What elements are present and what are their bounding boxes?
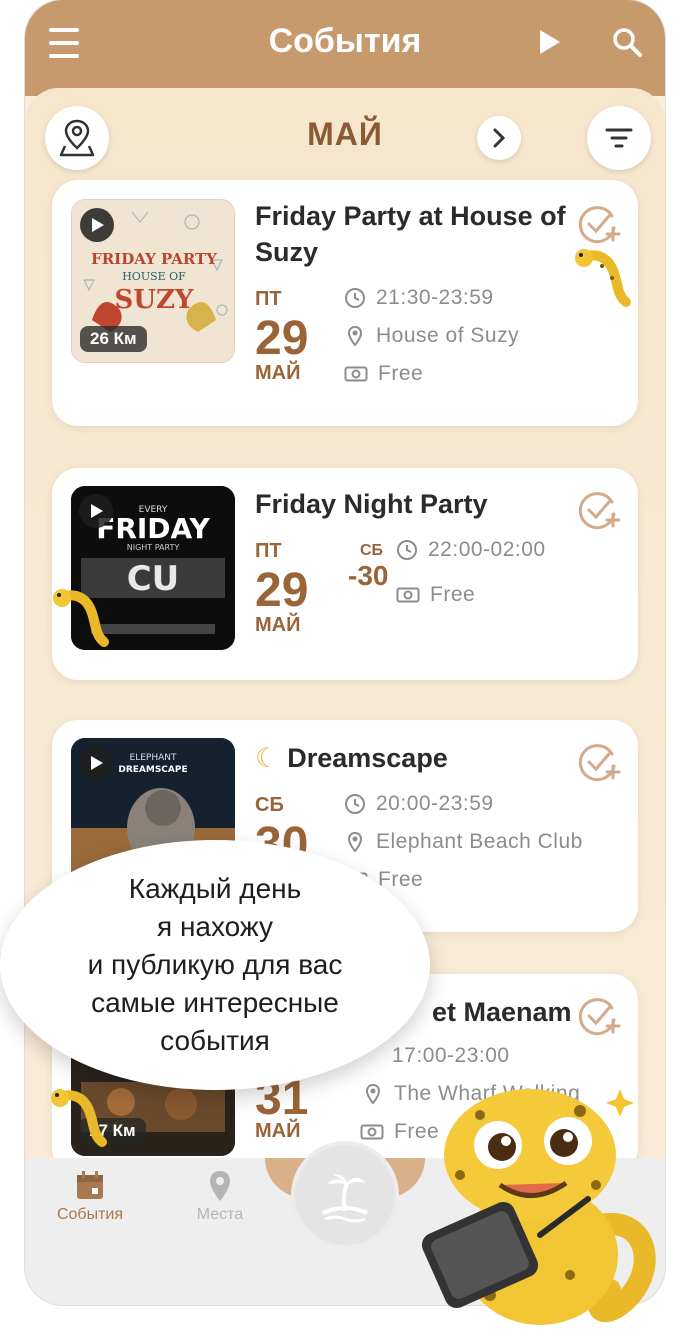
money-icon: [360, 1124, 384, 1140]
event-price-row: Free: [396, 583, 475, 607]
speech-bubble-text: Каждый день я нахожу и публикую для вас …: [30, 870, 400, 1060]
event-weekday: СБ: [255, 794, 284, 816]
chevron-right-icon: [493, 128, 506, 148]
event-card[interactable]: FRIDAY PARTY HOUSE OF SUZY 26 Км Friday …: [52, 180, 638, 426]
bubble-line: самые интересные: [91, 987, 339, 1018]
calendar-icon: [40, 1166, 140, 1206]
event-title: Friday Night Party: [255, 489, 488, 519]
gecko-sticker: [51, 1089, 107, 1147]
event-day: 29: [255, 564, 309, 617]
island-center-button[interactable]: [295, 1145, 395, 1245]
gecko-sticker: [53, 589, 109, 647]
svg-text:SUZY: SUZY: [115, 285, 194, 315]
check-add-icon: [578, 206, 621, 244]
event-place: Elephant Beach Club: [376, 830, 583, 853]
moon-icon: ☾: [255, 743, 280, 773]
distance-badge: 26 Км: [80, 326, 147, 352]
check-add-icon: [578, 492, 621, 530]
money-icon: [344, 366, 368, 382]
add-to-calendar-button[interactable]: [576, 994, 622, 1040]
location-pin-icon: [170, 1166, 270, 1206]
next-month-button[interactable]: [477, 116, 521, 160]
event-time: 21:30-23:59: [376, 286, 494, 309]
reels-icon: [79, 494, 113, 528]
bubble-line: я нахожу: [157, 911, 273, 942]
reels-icon: [79, 746, 113, 780]
bubble-line: и публикую для вас: [87, 949, 343, 980]
reels-icon: [80, 208, 114, 242]
svg-text:HOUSE OF: HOUSE OF: [122, 270, 186, 283]
event-title: et Maenam: [432, 997, 572, 1027]
event-poster: FRIDAY PARTY HOUSE OF SUZY 26 Км: [71, 199, 235, 363]
nav-tab-events[interactable]: События: [40, 1166, 140, 1224]
svg-text:FRIDAY: FRIDAY: [96, 512, 210, 545]
palm-island-icon: [322, 1174, 368, 1223]
event-time: 17:00-23:00: [392, 1044, 510, 1067]
filter-icon: [605, 128, 633, 148]
play-icon[interactable]: [535, 26, 565, 58]
event-time-row: 20:00-23:59: [344, 792, 494, 816]
event-price: Free: [378, 362, 424, 385]
event-month: МАЙ: [255, 362, 301, 384]
add-to-calendar-button[interactable]: [576, 740, 622, 786]
event-weekday: ПТ: [255, 540, 282, 562]
event-end-weekday: СБ: [360, 542, 384, 559]
clock-icon: [397, 540, 417, 560]
add-to-calendar-button[interactable]: [576, 488, 622, 534]
event-title-text: Dreamscape: [287, 743, 448, 773]
gecko-mascot: [421, 1089, 656, 1325]
check-add-icon: [578, 998, 621, 1036]
event-month: МАЙ: [255, 614, 301, 636]
event-day: 29: [255, 312, 309, 365]
clock-icon: [345, 288, 365, 308]
event-weekday: ПТ: [255, 288, 282, 310]
nav-tab-events-label: События: [56, 1206, 124, 1223]
svg-text:DREAMSCAPE: DREAMSCAPE: [118, 765, 187, 775]
top-app-bar: События: [25, 0, 665, 96]
event-month: МАЙ: [255, 1120, 301, 1142]
nav-tab-places[interactable]: Места: [170, 1166, 270, 1224]
gecko-sticker: [575, 249, 631, 307]
bubble-line: события: [160, 1025, 270, 1056]
add-to-calendar-button[interactable]: [576, 202, 622, 248]
clock-icon: [345, 794, 365, 814]
event-price-row: Free: [344, 362, 423, 386]
event-end-day: -30: [348, 560, 389, 591]
bubble-line: Каждый день: [128, 873, 302, 904]
event-time-row: 21:30-23:59: [344, 286, 494, 310]
location-pin-icon: [347, 831, 363, 853]
event-time-row: 22:00-02:00: [396, 538, 546, 562]
event-place-row: Elephant Beach Club: [344, 830, 583, 854]
event-time: 20:00-23:59: [376, 792, 494, 815]
svg-text:FRIDAY PARTY: FRIDAY PARTY: [91, 250, 217, 268]
event-title: Friday Party at House of Suzy: [255, 201, 566, 267]
svg-text:CU: CU: [127, 559, 180, 599]
location-pin-icon: [347, 325, 363, 347]
check-add-icon: [578, 744, 621, 782]
event-time: 22:00-02:00: [428, 538, 546, 561]
svg-text:NIGHT PARTY: NIGHT PARTY: [127, 543, 180, 552]
event-place: House of Suzy: [376, 324, 520, 347]
event-time-row: 17:00-23:00: [392, 1044, 510, 1068]
money-icon: [396, 587, 420, 603]
svg-text:ELEPHANT: ELEPHANT: [130, 753, 177, 763]
event-place-row: House of Suzy: [344, 324, 519, 348]
search-icon[interactable]: [609, 24, 645, 60]
month-label: МАЙ: [307, 116, 383, 152]
page-title: События: [268, 22, 422, 60]
nav-tab-places-label: Места: [196, 1206, 244, 1223]
event-title: ☾ Dreamscape: [255, 740, 448, 776]
event-card[interactable]: EVERY FRIDAY NIGHT PARTY CU Friday Night…: [52, 468, 638, 680]
event-price: Free: [430, 583, 476, 606]
filter-button[interactable]: [587, 106, 651, 170]
